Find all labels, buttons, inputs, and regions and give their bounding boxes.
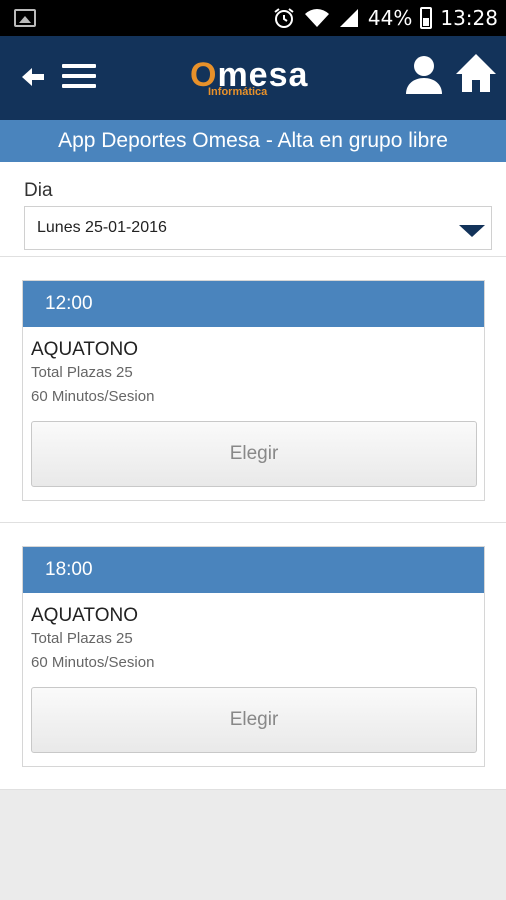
signal-icon	[338, 7, 360, 29]
battery-percent: 44%	[367, 6, 413, 30]
dropdown-caret-icon	[459, 225, 485, 237]
slot-card: 18:00 AQUATONO Total Plazas 25 60 Minuto…	[22, 546, 485, 767]
logo-subtitle: Informática	[208, 86, 268, 98]
image-icon	[14, 9, 36, 27]
home-icon[interactable]	[454, 52, 498, 94]
slot-places: Total Plazas 25	[31, 630, 133, 647]
slot-activity: AQUATONO	[31, 605, 138, 626]
clock-time: 13:28	[440, 6, 498, 30]
menu-icon[interactable]	[62, 64, 96, 90]
slot-duration: 60 Minutos/Sesion	[31, 388, 155, 405]
user-icon[interactable]	[404, 54, 444, 96]
divider	[0, 522, 506, 523]
slot-time: 18:00	[23, 547, 484, 593]
slot-activity: AQUATONO	[31, 339, 138, 360]
day-select[interactable]: Lunes 25-01-2016	[24, 206, 492, 250]
day-select-value: Lunes 25-01-2016	[37, 219, 167, 236]
status-right: 44% 13:28	[272, 0, 498, 36]
choose-button[interactable]: Elegir	[31, 421, 477, 487]
slot-card: 12:00 AQUATONO Total Plazas 25 60 Minuto…	[22, 280, 485, 501]
app-bar: Omesa Informática	[0, 36, 506, 120]
main-content: Dia Lunes 25-01-2016 12:00 AQUATONO Tota…	[0, 162, 506, 790]
page-title: App Deportes Omesa - Alta en grupo libre	[0, 120, 506, 162]
divider	[0, 789, 506, 790]
choose-button[interactable]: Elegir	[31, 687, 477, 753]
slot-time: 12:00	[23, 281, 484, 327]
slot-duration: 60 Minutos/Sesion	[31, 654, 155, 671]
battery-icon	[420, 7, 433, 29]
slot-places: Total Plazas 25	[31, 364, 133, 381]
day-label: Dia	[24, 180, 53, 201]
divider	[0, 256, 506, 257]
status-bar: 44% 13:28	[0, 0, 506, 36]
wifi-icon	[304, 7, 330, 29]
back-arrow-icon[interactable]	[20, 64, 46, 90]
alarm-icon	[272, 6, 296, 30]
omesa-logo: Omesa Informática	[190, 56, 320, 106]
